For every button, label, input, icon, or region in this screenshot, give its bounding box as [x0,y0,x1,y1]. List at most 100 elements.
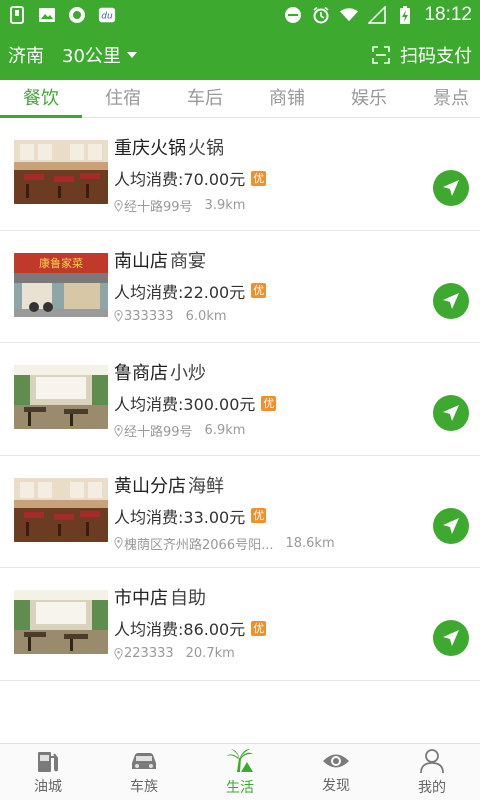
address-row: 槐荫区齐州路2066号阳... 18.6km [114,534,374,553]
restaurant-category: 海鲜 [188,475,224,497]
navigation-arrow-icon [443,292,459,309]
bottom-nav: 油城 车族 生活 发现 我的 [0,743,480,800]
navigation-arrow-icon [443,630,459,646]
restaurant-category: 小炒 [170,363,206,384]
discount-badge: 优 [251,508,267,523]
nav-label: 车族 [130,778,158,795]
restaurant-title: 重庆火锅 火锅 [114,134,224,160]
avg-price: 人均消费:86.00元 [114,620,246,639]
list-item[interactable]: 黄山分店 海鲜 人均消费:33.00元 优 槐荫区齐州路2066号阳... 18.… [0,456,480,568]
address-row: 经十路99号 6.9km [114,421,374,440]
clock: 18:12 [424,4,472,25]
alarm-icon [312,6,330,24]
restaurant-title: 黄山分店 海鲜 [114,472,224,498]
car-icon [132,752,156,769]
list-item[interactable]: 康鲁家菜 南山店 商宴 人均消费:22.00元 优 333333 6.0km [0,231,480,343]
scan-pay-button[interactable]: 扫码支付 [372,42,472,68]
status-bar: du 18:12 [0,0,480,30]
navigation-arrow-icon [443,517,459,534]
battery-icon [396,6,414,24]
discount-badge: 优 [261,395,277,411]
image-icon [38,6,56,24]
address-row: 223333 20.7km [114,646,374,661]
nav-car-club[interactable]: 车族 [96,744,192,800]
restaurant-category: 自助 [170,588,206,609]
restaurant-photo [14,477,108,542]
dnd-icon [284,6,302,24]
location-pin-icon [114,537,123,549]
navigation-arrow-icon [443,180,459,196]
sim-icon [8,6,26,24]
tab-lodging[interactable]: 住宿 [82,80,164,118]
nav-life[interactable]: 生活 [192,744,288,800]
address-row: 333333 6.0km [114,309,374,324]
address: 333333 [124,308,174,324]
restaurant-photo: 康鲁家菜 [14,252,108,317]
list-item[interactable]: 市中店 自助 人均消费:86.00元 优 223333 20.7km [0,568,480,681]
tab-attractions[interactable]: 景点 [410,80,480,118]
restaurant-photo [14,590,108,654]
tab-dining[interactable]: 餐饮 [0,80,82,118]
nav-label: 油城 [34,778,62,795]
restaurant-name: 市中店 [114,588,168,609]
navigation-arrow-icon [443,405,459,421]
distance-km: 3.9km [204,198,246,213]
restaurant-title: 鲁商店 小炒 [114,359,206,385]
navigate-button[interactable] [433,170,469,206]
discount-badge: 优 [251,283,267,298]
palm-tree-icon [227,748,253,772]
discount-badge: 优 [251,170,267,186]
avg-price: 人均消费:33.00元 [114,507,246,527]
eye-icon [323,754,349,767]
svg-text:du: du [101,12,113,22]
restaurant-title: 市中店 自助 [114,584,206,610]
list-item[interactable]: 重庆火锅 火锅 人均消费:70.00元 优 经十路99号 3.9km [0,118,480,231]
restaurant-name: 重庆火锅 [114,138,186,159]
caret-down-icon [126,52,137,58]
location-pin-icon [114,647,123,660]
price-row: 人均消费:300.00元 优 [114,391,277,415]
distance-km: 20.7km [185,646,235,661]
wifi-icon [340,6,359,24]
signal-icon [368,6,387,24]
distance-km: 6.0km [185,308,227,324]
nav-label: 生活 [226,779,254,796]
city-selector[interactable]: 济南 [8,42,44,68]
address: 槐荫区齐州路2066号阳... [124,537,274,553]
discount-badge: 优 [251,620,267,636]
avg-price: 人均消费:22.00元 [114,282,246,302]
navigate-button[interactable] [433,507,469,544]
list-item[interactable]: 鲁商店 小炒 人均消费:300.00元 优 经十路99号 6.9km [0,343,480,456]
restaurant-photo [14,140,108,204]
navigate-button[interactable] [433,282,469,319]
fuel-pump-icon [38,751,58,772]
address: 223333 [124,646,174,661]
scan-pay-label: 扫码支付 [400,46,472,67]
restaurant-name: 黄山分店 [114,475,186,497]
restaurant-list: 重庆火锅火锅 人均消费:70.00元 优 经十路99号 3.9km 康鲁家菜 [0,118,480,681]
nav-oil-city[interactable]: 油城 [0,744,96,800]
location-pin-icon [114,199,123,212]
nav-label: 发现 [322,777,350,794]
storefront-sign-text: 康鲁家菜 [39,256,83,270]
location-pin-icon [114,310,123,322]
restaurant-category: 商宴 [170,250,206,272]
address-row: 经十路99号 3.9km [114,196,374,215]
distance-label: 30公里 [62,46,121,67]
address: 经十路99号 [124,425,193,440]
tab-shops[interactable]: 商铺 [246,80,328,118]
nav-mine[interactable]: 我的 [384,744,480,800]
nav-discover[interactable]: 发现 [288,744,384,800]
scan-icon [372,46,390,64]
person-icon [420,748,444,773]
price-row: 人均消费:22.00元 优 [114,279,267,303]
navigate-button[interactable] [433,395,469,431]
navigate-button[interactable] [433,620,469,656]
price-row: 人均消费:86.00元 优 [114,616,267,640]
tab-entertainment[interactable]: 娱乐 [328,80,410,118]
price-row: 人均消费:70.00元 优 [114,166,267,190]
restaurant-name: 鲁商店 [114,363,168,384]
distance-selector[interactable]: 30公里 [62,42,137,68]
tab-auto-service[interactable]: 车后 [164,80,246,118]
price-row: 人均消费:33.00元 优 [114,504,267,528]
